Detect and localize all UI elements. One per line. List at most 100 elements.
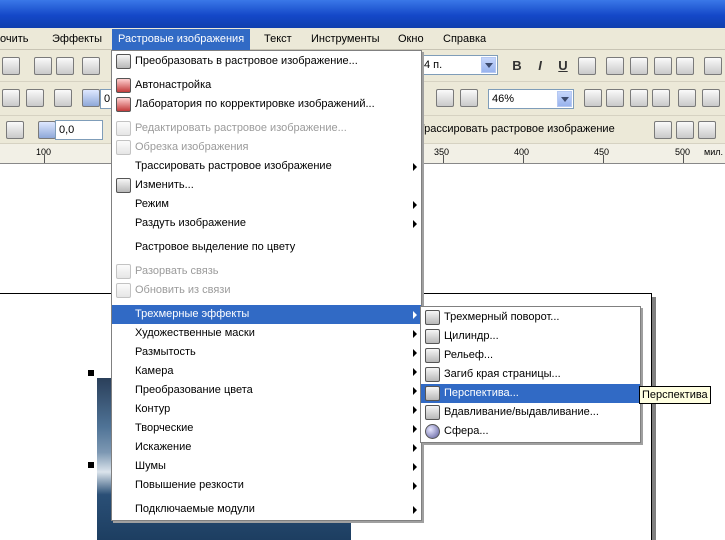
rotate-icon[interactable] [38, 121, 56, 139]
columns-icon[interactable] [630, 57, 648, 75]
text-format-icon[interactable] [676, 57, 694, 75]
menu-bar: очить Эффекты Растровые изображения Текс… [0, 28, 725, 50]
font-size-select[interactable]: 4 п. [420, 55, 498, 75]
menu-bitmaps[interactable]: Растровые изображения [112, 29, 251, 50]
rotate-icon[interactable] [82, 89, 100, 107]
submenu-arrow-icon [413, 201, 417, 209]
convert-bitmap-icon [116, 54, 131, 69]
menu-item-creative[interactable]: Творческие [112, 419, 421, 438]
menu-item-label: Шумы [135, 460, 166, 472]
ruler-label: 450 [594, 147, 610, 157]
zoom-select[interactable]: 46% [488, 89, 574, 109]
print-icon[interactable] [34, 57, 52, 75]
trace-icon[interactable] [654, 121, 672, 139]
update-link-icon [116, 283, 131, 298]
menu-help[interactable]: Справка [443, 32, 486, 48]
zoom-out-icon[interactable] [606, 89, 624, 107]
menu-item-contour[interactable]: Контур [112, 400, 421, 419]
menu-item-3d-rotate[interactable]: Трехмерный поворот... [421, 308, 640, 327]
menu-item-label: Режим [135, 198, 169, 210]
menu-view[interactable]: очить [0, 32, 29, 48]
menu-item-color-transform[interactable]: Преобразование цвета [112, 381, 421, 400]
menu-item-label: Камера [135, 365, 174, 377]
menu-item-label: Повышение резкости [135, 479, 244, 491]
align-icon[interactable] [578, 57, 596, 75]
font-edit-icon[interactable] [654, 57, 672, 75]
submenu-arrow-icon [413, 482, 417, 490]
submenu-arrow-icon [413, 311, 417, 319]
menu-item-mode[interactable]: Режим [112, 195, 421, 214]
submenu-arrow-icon [413, 506, 417, 514]
resample-icon[interactable] [676, 121, 694, 139]
menu-item-blur[interactable]: Размытость [112, 343, 421, 362]
menu-item-label: Перспектива... [444, 387, 519, 399]
submenu-arrow-icon [413, 220, 417, 228]
menu-item-resample[interactable]: Изменить... [112, 176, 421, 195]
underline-button[interactable]: U [554, 57, 572, 75]
menu-item-cylinder[interactable]: Цилиндр... [421, 327, 640, 346]
menu-item-page-curl[interactable]: Загиб края страницы... [421, 365, 640, 384]
menu-item-auto-adjust[interactable]: Автонастройка [112, 76, 421, 95]
angle-field-2[interactable]: 0,0 [55, 120, 103, 140]
menu-separator [114, 259, 419, 260]
bullet-list-icon[interactable] [606, 57, 624, 75]
to-front-icon[interactable] [436, 89, 454, 107]
menu-item-trace-bitmap[interactable]: Трассировать растровое изображение [112, 157, 421, 176]
chevron-down-icon[interactable] [557, 91, 572, 107]
menu-item-3d-effects[interactable]: Трехмерные эффекты [112, 305, 421, 324]
copy-icon[interactable] [56, 57, 74, 75]
selection-handle[interactable] [88, 370, 94, 376]
zoom-in-icon[interactable] [584, 89, 602, 107]
menu-separator [114, 117, 419, 118]
mirror-icon[interactable] [54, 89, 72, 107]
menu-item-sharpen[interactable]: Повышение резкости [112, 476, 421, 495]
bold-button[interactable]: B [508, 57, 526, 75]
menu-item-distort[interactable]: Искажение [112, 438, 421, 457]
menu-tools[interactable]: Инструменты [311, 32, 380, 48]
menu-item-image-lab[interactable]: Лаборатория по корректировке изображений… [112, 95, 421, 114]
submenu-arrow-icon [413, 368, 417, 376]
trace-bitmap-button[interactable]: Трассировать растровое изображение [418, 123, 615, 135]
submenu-arrow-icon [413, 406, 417, 414]
menu-item-bitmap-color-mask[interactable]: Растровое выделение по цвету [112, 238, 421, 257]
menu-text[interactable]: Текст [264, 32, 292, 48]
menu-item-label: Искажение [135, 441, 192, 453]
menu-item-inflate-bitmap[interactable]: Раздуть изображение [112, 214, 421, 233]
to-back-icon[interactable] [460, 89, 478, 107]
menu-item-label: Обрезка изображения [135, 141, 249, 153]
menu-item-label: Цилиндр... [444, 330, 499, 342]
toolbar-icon[interactable] [6, 121, 24, 139]
menu-item-art-strokes[interactable]: Художественные маски [112, 324, 421, 343]
menu-item-camera[interactable]: Камера [112, 362, 421, 381]
menu-item-sphere[interactable]: Сфера... [421, 422, 640, 441]
italic-button[interactable]: I [531, 57, 549, 75]
lock-icon[interactable] [26, 89, 44, 107]
toolbar-icon[interactable] [2, 57, 20, 75]
cylinder-icon [425, 329, 440, 344]
zoom-page-icon[interactable] [678, 89, 696, 107]
zoom-all-icon[interactable] [652, 89, 670, 107]
menu-item-label: Подключаемые модули [135, 503, 255, 515]
menu-item-label: Преобразовать в растровое изображение... [135, 55, 358, 67]
menu-item-crop: Обрезка изображения [112, 138, 421, 157]
menu-window[interactable]: Окно [398, 32, 424, 48]
menu-item-perspective[interactable]: Перспектива... [421, 384, 640, 403]
selection-handle[interactable] [88, 462, 94, 468]
menu-item-convert-bitmap[interactable]: Преобразовать в растровое изображение... [112, 52, 421, 71]
menu-item-label: Трассировать растровое изображение [135, 160, 332, 172]
launcher-icon[interactable] [82, 57, 100, 75]
zoom-selected-icon[interactable] [630, 89, 648, 107]
menu-item-emboss[interactable]: Рельеф... [421, 346, 640, 365]
menu-item-pinch-punch[interactable]: Вдавливание/выдавливание... [421, 403, 640, 422]
percent-icon[interactable] [2, 89, 20, 107]
vertical-text-icon[interactable] [704, 57, 722, 75]
ruler-label: 350 [434, 147, 450, 157]
color-mask-icon[interactable] [698, 121, 716, 139]
menu-item-label: Сфера... [444, 425, 489, 437]
menu-item-noise[interactable]: Шумы [112, 457, 421, 476]
menu-effects[interactable]: Эффекты [52, 32, 102, 48]
chevron-down-icon[interactable] [481, 57, 496, 73]
menu-item-plugins[interactable]: Подключаемые модули [112, 500, 421, 519]
zoom-width-icon[interactable] [702, 89, 720, 107]
menu-item-label: Художественные маски [135, 327, 255, 339]
